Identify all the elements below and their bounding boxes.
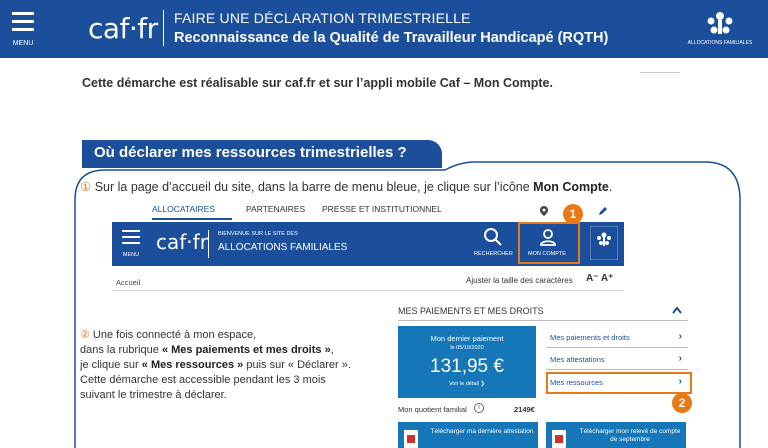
step2-bold: « Mes ressources » <box>141 359 244 371</box>
menu-bar <box>12 28 34 31</box>
nav-link-partenaires[interactable]: PARTENAIRES <box>246 204 305 214</box>
link-attestations[interactable]: Mes attestations › <box>546 350 688 370</box>
text-size-buttons[interactable]: A⁻ A⁺ <box>586 273 613 284</box>
step2-text: puis sur « Déclarer ». <box>243 359 351 371</box>
step2-number: ② <box>80 329 90 341</box>
step2-bold: « Mes paiements et mes droits » <box>161 344 331 356</box>
download-releve-button[interactable]: Télécharger mon relevé de compte de sept… <box>546 422 686 448</box>
site-allocations-logo <box>590 226 618 260</box>
step2-line: ② Une fois connecté à mon espace, <box>80 328 400 343</box>
site-menu-label: MENU <box>122 252 140 258</box>
step2-text: Une fois connecté à mon espace, <box>89 329 257 341</box>
search-icon[interactable] <box>482 226 504 248</box>
intro-text: Cette démarche est réalisable sur caf.fr… <box>82 76 553 90</box>
step2-text: dans la rubrique <box>80 344 162 356</box>
nav-link-presse[interactable]: PRESSE ET INSTITUTIONNEL <box>322 204 442 214</box>
step2-line: Cette démarche est accessible pendant le… <box>80 374 326 386</box>
divider <box>640 72 680 73</box>
pdf-icon <box>404 430 418 448</box>
step2-line: suivant le trimestre à déclarer. <box>80 389 227 401</box>
divider <box>112 290 624 291</box>
last-payment-date: le 05/10/2020 <box>450 345 484 351</box>
pencil-icon[interactable] <box>598 206 608 216</box>
menu-bar <box>12 12 34 15</box>
step2-instruction: ② Une fois connecté à mon espace, dans l… <box>80 328 400 403</box>
chevron-right-icon: › <box>678 331 682 342</box>
payment-detail-link[interactable]: Voir le détail ❯ <box>398 381 536 387</box>
breadcrumb[interactable]: Accueil <box>116 278 140 287</box>
step-badge-2: 2 <box>672 393 692 413</box>
link-paiements-droits[interactable]: Mes paiements et droits › <box>546 328 688 348</box>
location-pin-icon[interactable] <box>538 205 550 217</box>
pdf-icon <box>552 430 566 448</box>
download-label: Télécharger ma dernière attestation <box>430 428 534 435</box>
banner-subtitle: Reconnaissance de la Qualité de Travaill… <box>174 30 609 46</box>
divider <box>398 320 688 321</box>
mon-compte-label[interactable]: MON COMPTE <box>528 251 566 257</box>
step1-instruction: ① Sur la page d’accueil du site, dans la… <box>80 179 612 194</box>
step2-line: dans la rubrique « Mes paiements et mes … <box>80 343 400 358</box>
link-label: Mes paiements et droits <box>550 333 630 342</box>
chevron-up-icon[interactable] <box>672 306 682 314</box>
step2-line: je clique sur « Mes ressources » puis su… <box>80 358 400 373</box>
menu-bar <box>12 20 34 23</box>
logo-separator <box>163 10 164 46</box>
site-caf-logo[interactable]: caf·fr <box>156 230 208 254</box>
user-account-icon[interactable] <box>538 227 558 247</box>
mes-ressources-highlight <box>546 372 692 394</box>
partner-logo-text: ALLOCATIONS FAMILIALES <box>688 40 753 46</box>
payments-section-title: MES PAIEMENTS ET MES DROITS <box>398 306 544 316</box>
download-attestation-button[interactable]: Télécharger ma dernière attestation <box>398 422 538 448</box>
nav-link-allocataires[interactable]: ALLOCATAIRES <box>152 204 215 214</box>
site-name: ALLOCATIONS FAMILIALES <box>218 242 348 253</box>
menu-label: MENU <box>12 40 34 47</box>
menu-bar <box>122 236 140 238</box>
step-badge-1: 1 <box>563 204 583 224</box>
site-welcome-text: BIENVENUE SUR LE SITE DES <box>218 231 298 237</box>
quotient-label: Mon quotient familial <box>398 405 467 414</box>
step1-text: Sur la page d’accueil du site, dans la b… <box>91 180 534 194</box>
site-logo-separator <box>208 230 209 258</box>
step1-bold: Mon Compte <box>533 180 609 194</box>
download-label: Télécharger mon relevé de compte de sept… <box>579 428 681 443</box>
text-size-label: Ajuster la taille des caractères <box>466 276 573 285</box>
quotient-value: 2149€ <box>514 405 535 414</box>
caf-logo[interactable]: caf·fr <box>88 12 158 45</box>
allocations-familiales-logo: ALLOCATIONS FAMILIALES <box>684 4 756 54</box>
menu-bar <box>122 242 140 244</box>
banner-title: FAIRE UNE DÉCLARATION TRIMESTRIELLE <box>174 10 471 26</box>
menu-bar <box>122 230 140 232</box>
step2-text: , <box>330 344 334 356</box>
chevron-right-icon: › <box>678 353 682 364</box>
site-menu-button[interactable]: MENU <box>120 228 142 260</box>
section-title: Où déclarer mes ressources trimestrielle… <box>94 144 407 161</box>
last-payment-amount: 131,95 € <box>430 356 504 377</box>
nav-active-underline <box>152 218 232 220</box>
search-label[interactable]: RECHERCHER <box>474 251 513 257</box>
step1-end: . <box>608 180 613 194</box>
link-label: Mes attestations <box>550 355 605 364</box>
step2-text: je clique sur <box>80 359 142 371</box>
step1-number: ① <box>80 180 92 194</box>
last-payment-label: Mon dernier paiement <box>430 334 504 343</box>
info-icon[interactable]: i <box>474 403 484 413</box>
menu-button[interactable]: MENU <box>8 8 38 50</box>
